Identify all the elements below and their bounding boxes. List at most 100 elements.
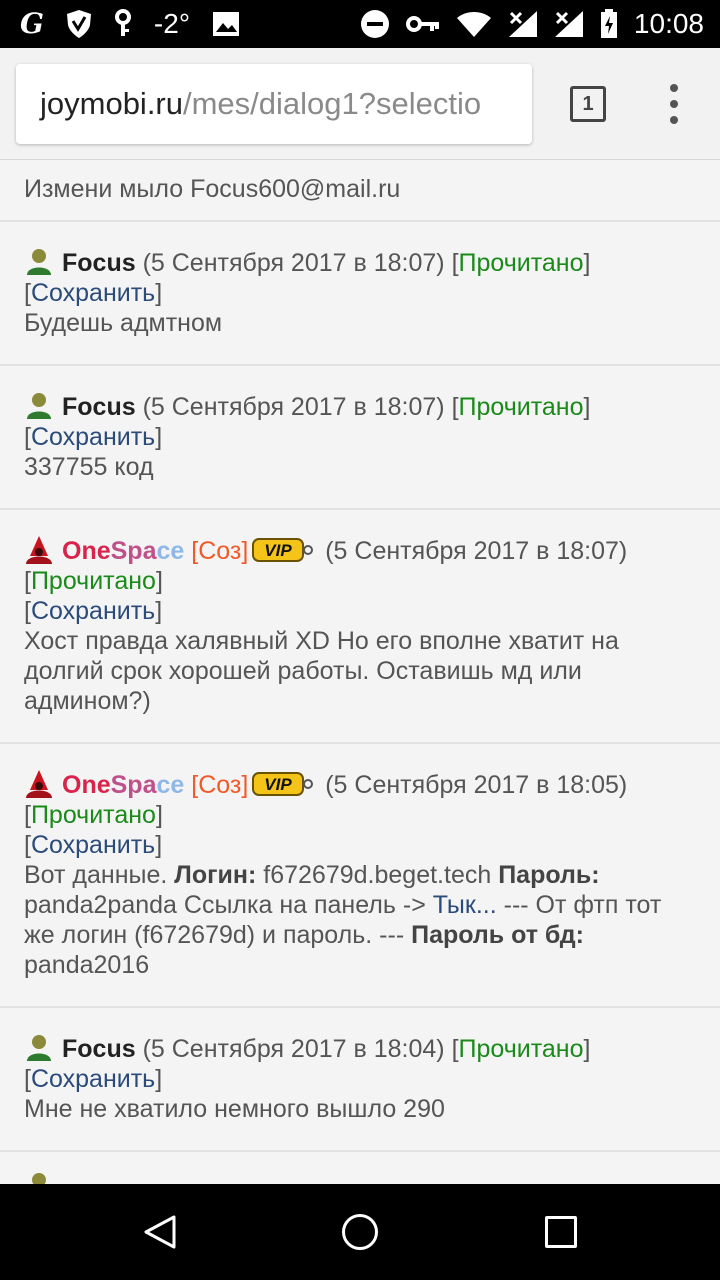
save-link[interactable]: Сохранить [31, 1065, 155, 1093]
user-avatar-icon [27, 1035, 51, 1061]
bracket: ] [155, 279, 163, 307]
user-avatar-icon [32, 1173, 46, 1184]
browser-toolbar: joymobi.ru/mes/dialog1?selectio 1 [0, 48, 720, 160]
username-link[interactable]: Focus [62, 1035, 136, 1063]
read-row: [Прочитано] [24, 800, 696, 830]
bracket: ] [155, 1065, 163, 1093]
save-row: [Сохранить] [24, 830, 696, 860]
back-icon[interactable] [142, 1214, 178, 1250]
username-part: ce [156, 537, 185, 565]
status-left: G -2° [20, 0, 240, 48]
read-status: Прочитано [458, 393, 584, 421]
system-nav-bar [0, 1184, 720, 1280]
message-header: Focus (5 Сентября 2017 в 18:07) [Прочита… [24, 246, 696, 278]
vip-badge-icon: VIP [252, 772, 314, 796]
message-body: Хост правда халявный XD Но его вполне хв… [24, 627, 619, 715]
bracket: [ [451, 1035, 459, 1063]
message-header: OneSpace [Соз] VIP (5 Сентября 2017 в 18:… [24, 534, 696, 566]
bracket: ] [155, 831, 163, 859]
role-badge: [Соз] [191, 537, 249, 565]
username-part: ce [156, 771, 185, 799]
username-link[interactable]: OneSpace [62, 771, 184, 799]
bracket: [ [24, 1065, 31, 1093]
save-link[interactable]: Сохранить [31, 831, 155, 859]
username-part: Spa [110, 771, 157, 799]
menu-dot-icon [670, 116, 678, 124]
bracket: [ [24, 801, 31, 829]
save-link[interactable]: Сохранить [31, 423, 155, 451]
body-text: f672679d.beget.tech [256, 861, 499, 889]
body-text: panda2016 [24, 951, 150, 979]
save-row: [Сохранить] [24, 596, 696, 626]
username-part: One [62, 537, 111, 565]
message-header: OneSpace [Соз] VIP (5 Сентября 2017 в 18:… [24, 768, 696, 800]
bracket: ] [155, 801, 163, 829]
wizard-avatar-icon [26, 770, 52, 798]
username-link[interactable]: Focus [62, 249, 136, 277]
read-row: [Прочитано] [24, 566, 696, 596]
message-header: Focus (5 Сентября 2017 в 18:07) [Прочита… [24, 390, 696, 422]
read-status: Прочитано [458, 249, 584, 277]
message-date: (5 Сентября 2017 в 18:04) [142, 1035, 445, 1063]
wifi-icon [456, 12, 491, 37]
url-host: joymobi.ru [40, 86, 183, 121]
message-item-partial [0, 1152, 720, 1184]
message-date: (5 Сентября 2017 в 18:05) [325, 771, 628, 799]
status-bar: G -2° 10:08 [0, 0, 720, 48]
user-avatar-icon [27, 393, 51, 419]
bracket: [ [451, 249, 459, 277]
shield-icon [66, 10, 91, 38]
image-icon [213, 12, 240, 36]
tab-count: 1 [582, 92, 594, 115]
vip-label: VIP [265, 775, 293, 794]
message-body: Вот данные. Логин: f672679d.beget.tech П… [24, 860, 696, 980]
battery-charging-icon [600, 9, 617, 38]
menu-dot-icon [670, 100, 678, 108]
url-path: /mes/dialog1?selectio [183, 86, 482, 121]
message-list: Измени мыло Focus600@mail.ru Focus (5 Се… [0, 160, 720, 1184]
message-date: (5 Сентября 2017 в 18:07) [325, 537, 628, 565]
read-status: Прочитано [30, 801, 156, 829]
message-body: Измени мыло Focus600@mail.ru [24, 175, 401, 203]
bracket: [ [24, 597, 31, 625]
recent-apps-icon[interactable] [545, 1216, 577, 1248]
username-part: One [62, 771, 111, 799]
read-status: Прочитано [458, 1035, 584, 1063]
tab-switcher-button[interactable]: 1 [570, 86, 606, 122]
panel-link[interactable]: Тык... [433, 891, 497, 919]
save-row: [Сохранить] [24, 422, 696, 452]
username-link[interactable]: OneSpace [62, 537, 184, 565]
message-item: Focus (5 Сентября 2017 в 18:07) [Прочита… [0, 366, 720, 510]
bracket: [ [24, 423, 31, 451]
temperature-text: -2° [153, 8, 191, 39]
status-right: 10:08 [360, 0, 704, 48]
do-not-disturb-icon [360, 10, 389, 38]
bracket: [ [24, 831, 31, 859]
g-logo-icon: G [20, 7, 44, 40]
message-item: Focus (5 Сентября 2017 в 18:07) [Прочита… [0, 222, 720, 366]
bracket: ] [583, 393, 591, 421]
body-key: Логин: [174, 861, 257, 889]
read-status: Прочитано [30, 567, 156, 595]
bracket: ] [583, 1035, 591, 1063]
message-item: Измени мыло Focus600@mail.ru [0, 160, 720, 222]
username-link[interactable]: Focus [62, 393, 136, 421]
message-date: (5 Сентября 2017 в 18:07) [142, 393, 445, 421]
user-avatar-icon [27, 249, 51, 275]
bracket: [ [24, 567, 31, 595]
address-bar[interactable]: joymobi.ru/mes/dialog1?selectio [16, 64, 532, 144]
save-link[interactable]: Сохранить [31, 279, 155, 307]
save-row: [Сохранить] [24, 1064, 696, 1094]
message-body: Мне не хватило немного вышло 290 [24, 1095, 445, 1123]
bracket: ] [155, 567, 163, 595]
home-icon[interactable] [342, 1214, 378, 1250]
username-part: Spa [110, 537, 157, 565]
bracket: [ [451, 393, 459, 421]
message-date: (5 Сентября 2017 в 18:07) [142, 249, 445, 277]
overflow-menu-button[interactable] [664, 84, 684, 124]
menu-dot-icon [670, 84, 678, 92]
save-link[interactable]: Сохранить [31, 597, 155, 625]
body-text: Вот данные. [24, 861, 175, 889]
body-text: panda2panda Ссылка на панель -> [24, 891, 433, 919]
bracket: ] [583, 249, 591, 277]
